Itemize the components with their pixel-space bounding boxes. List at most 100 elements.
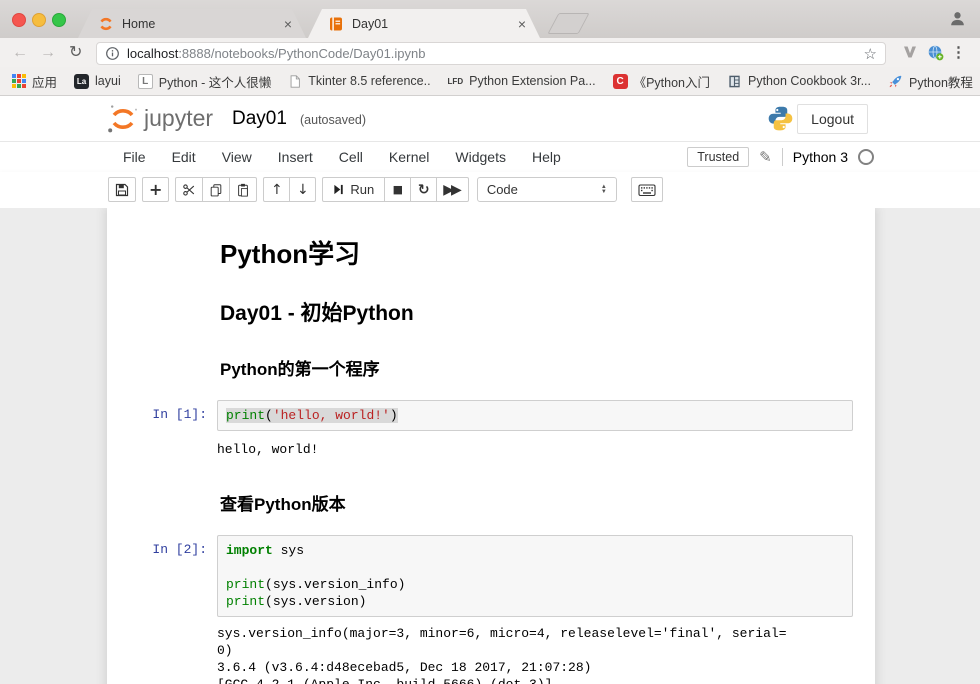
minimize-window-button[interactable] [32, 13, 46, 27]
command-palette-button[interactable] [631, 177, 663, 202]
bookmark-star-icon[interactable]: ☆ [864, 45, 877, 63]
bookmarks-bar: 应用 La layui L Python - 这个人很懒 Tkinter 8.5… [0, 67, 980, 96]
python-logo-icon [767, 105, 794, 132]
jupyter-wordmark[interactable]: jupyter [144, 105, 213, 132]
notebook-menubar: File Edit View Insert Cell Kernel Widget… [0, 142, 980, 172]
jupyter-favicon-icon [98, 16, 114, 32]
stop-icon: ■ [393, 183, 403, 197]
reload-icon[interactable]: ↻ [69, 42, 82, 63]
menu-view[interactable]: View [209, 149, 265, 165]
notebook-toolbar: + [0, 172, 980, 209]
markdown-h3-first-program[interactable]: Python的第一个程序 [220, 355, 853, 380]
arrow-up-icon: ↑ [271, 183, 283, 197]
tab-label: Day01 [352, 17, 508, 31]
markdown-h2[interactable]: Day01 - 初始Python [220, 297, 853, 327]
interrupt-kernel-button[interactable]: ■ [384, 177, 411, 202]
menu-help[interactable]: Help [519, 149, 574, 165]
notebook-favicon-icon [328, 16, 344, 32]
bookmark-layui[interactable]: La layui [74, 74, 121, 89]
menu-cell[interactable]: Cell [326, 149, 376, 165]
bookmark-label: 《Python入门 [634, 72, 710, 91]
bookmark-python-cookbook[interactable]: Python Cookbook 3r... [727, 74, 871, 89]
zoom-window-button[interactable] [52, 13, 66, 27]
menu-file[interactable]: File [110, 149, 159, 165]
new-tab-button[interactable] [547, 13, 589, 34]
tab-day01[interactable]: Day01 × [308, 9, 540, 38]
address-bar-row: ← → ↻ localhost:8888/notebooks/PythonCod… [0, 38, 980, 67]
trusted-button[interactable]: Trusted [687, 147, 749, 167]
layui-icon: La [74, 74, 89, 89]
paste-cell-button[interactable] [229, 177, 257, 202]
browser-window: Home × Day01 × ← → [0, 0, 980, 684]
close-tab-icon[interactable]: × [280, 17, 296, 31]
checkpoint-status: (autosaved) [300, 113, 366, 127]
logout-button[interactable]: Logout [797, 104, 868, 134]
output-text: sys.version_info(major=3, minor=6, micro… [217, 625, 853, 684]
close-tab-icon[interactable]: × [514, 17, 530, 31]
cell-2-output: sys.version_info(major=3, minor=6, micro… [107, 625, 875, 684]
select-arrows-icon: ▲▼ [601, 185, 607, 195]
bookmark-apps[interactable]: 应用 [12, 72, 57, 91]
book-grid-icon [727, 74, 742, 89]
page-info-icon[interactable] [105, 46, 120, 61]
close-window-button[interactable] [12, 13, 26, 27]
output-prompt [107, 441, 217, 458]
fast-forward-icon: ▶▶ [443, 183, 462, 197]
plus-icon: + [149, 183, 162, 197]
bookmark-label: layui [95, 74, 121, 88]
scissors-icon [182, 183, 196, 197]
input-prompt: In [1]: [107, 400, 217, 431]
tab-strip: Home × Day01 × [0, 0, 980, 38]
menu-edit[interactable]: Edit [159, 149, 209, 165]
back-icon[interactable]: ← [12, 42, 28, 63]
run-cell-button[interactable]: Run [322, 177, 385, 202]
save-button[interactable] [108, 177, 136, 202]
menu-widgets[interactable]: Widgets [442, 149, 519, 165]
cut-cell-button[interactable] [175, 177, 203, 202]
insert-cell-button[interactable]: + [142, 177, 169, 202]
run-label: Run [350, 182, 374, 197]
code-editor[interactable]: print('hello, world!') [217, 400, 853, 431]
tab-home[interactable]: Home × [78, 9, 306, 38]
kernel-name: Python 3 [793, 149, 848, 165]
bookmark-label: Python Cookbook 3r... [748, 74, 871, 88]
move-cell-down-button[interactable]: ↓ [289, 177, 316, 202]
tab-label: Home [122, 17, 274, 31]
code-editor[interactable]: import sys print(sys.version_info) print… [217, 535, 853, 617]
browser-menu-icon[interactable]: ⋮ [951, 43, 966, 61]
restart-run-all-button[interactable]: ▶▶ [436, 177, 469, 202]
menu-insert[interactable]: Insert [265, 149, 326, 165]
bookmark-python-intro[interactable]: C 《Python入门 [613, 72, 710, 91]
bookmark-python-tutorial[interactable]: Python教程 [888, 72, 973, 91]
cell-type-select[interactable]: Code ▲▼ [477, 177, 617, 202]
jupyter-header: jupyter Day01 (autosaved) Logout [0, 96, 980, 142]
paste-icon [236, 183, 250, 197]
bookmark-label: Python - 这个人很懒 [159, 72, 272, 91]
markdown-h1[interactable]: Python学习 [220, 234, 853, 271]
notebook-site: Python学习 Day01 - 初始Python Python的第一个程序 I… [0, 208, 980, 684]
profile-avatar-icon[interactable] [948, 9, 967, 28]
translate-extension-icon[interactable] [927, 44, 944, 61]
lfd-icon: LFD [448, 77, 464, 86]
cell-1-output: hello, world! [107, 441, 875, 458]
download-extension-icon[interactable] [902, 44, 918, 60]
bookmark-python-extension[interactable]: LFD Python Extension Pa... [448, 74, 596, 88]
restart-kernel-button[interactable]: ↻ [410, 177, 437, 202]
letter-l-icon: L [138, 74, 153, 89]
menu-kernel[interactable]: Kernel [376, 149, 442, 165]
url-host: localhost [127, 46, 178, 61]
notebook-title[interactable]: Day01 [232, 108, 287, 130]
rocket-icon [888, 74, 903, 89]
output-text: hello, world! [217, 441, 853, 458]
bookmark-label: 应用 [32, 72, 57, 91]
forward-icon[interactable]: → [40, 42, 56, 63]
markdown-h3-python-version[interactable]: 查看Python版本 [220, 490, 853, 515]
move-cell-up-button[interactable]: ↑ [263, 177, 290, 202]
jupyter-logo-icon[interactable] [106, 102, 140, 136]
url-omnibox[interactable]: localhost:8888/notebooks/PythonCode/Day0… [96, 42, 886, 65]
copy-cell-button[interactable] [202, 177, 230, 202]
bookmark-python-blog[interactable]: L Python - 这个人很懒 [138, 72, 272, 91]
bookmark-tkinter-reference[interactable]: Tkinter 8.5 reference.. [288, 74, 430, 89]
step-forward-icon [333, 184, 344, 195]
cell-type-value: Code [487, 182, 518, 197]
